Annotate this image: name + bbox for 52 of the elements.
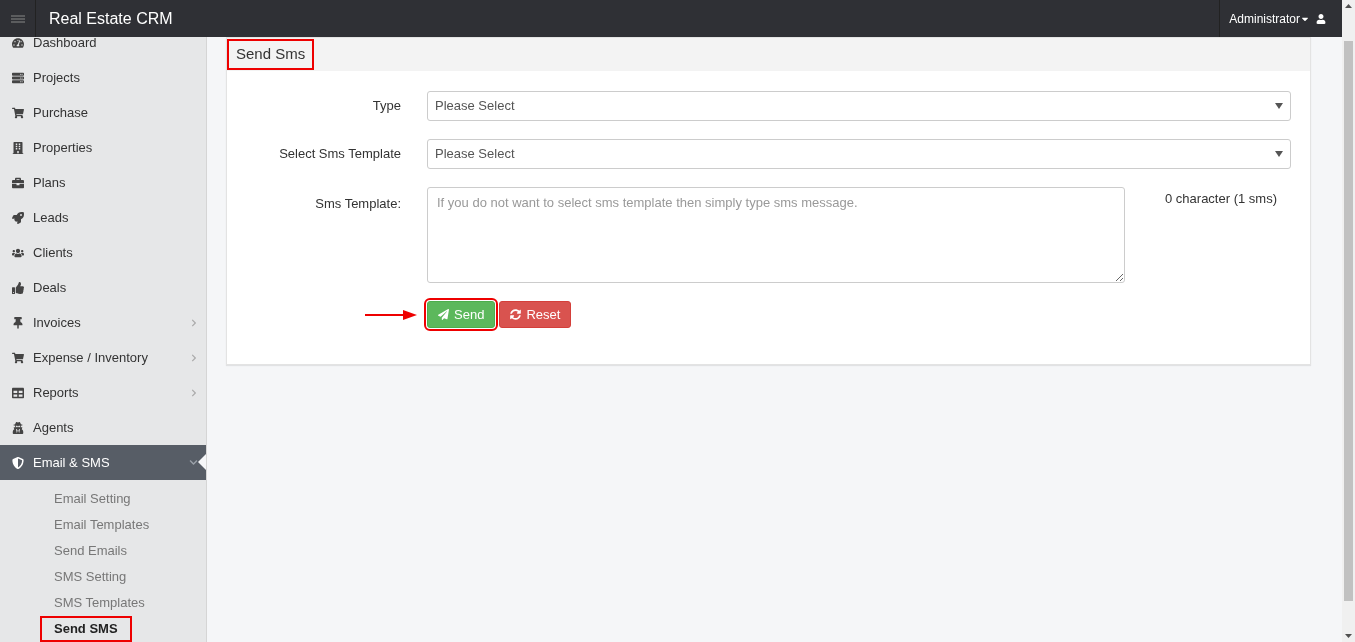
sidebar-item[interactable]: Reports: [0, 375, 206, 410]
user-icon: [1316, 13, 1326, 24]
reset-button[interactable]: Reset: [499, 301, 572, 328]
field-label: Type: [372, 98, 401, 114]
select-field[interactable]: Please Select: [427, 139, 1291, 169]
caret-icon: [1275, 151, 1283, 157]
message-textarea[interactable]: If you do not want to select sms template then simply type sms message.: [427, 187, 1125, 283]
select-field[interactable]: Please Select: [427, 91, 1291, 121]
cart-icon: [12, 106, 24, 119]
sidebar-item[interactable]: Expense / Inventory: [0, 340, 206, 375]
sidebar-item[interactable]: Purchase: [0, 95, 206, 130]
thumbs-up-icon: [12, 281, 24, 294]
refresh-icon: [510, 309, 522, 320]
sidebar-item[interactable]: Invoices: [0, 305, 206, 340]
agent-icon: [12, 421, 24, 434]
shield-icon: [12, 456, 24, 469]
scroll-down-icon[interactable]: [1345, 634, 1352, 638]
field-label: Select Sms Template: [279, 146, 401, 162]
paper-plane-icon: [438, 309, 449, 320]
sidebar-item[interactable]: Deals: [0, 270, 206, 305]
table-icon: [12, 386, 24, 399]
brand-title: Real Estate CRM: [49, 8, 173, 29]
field-label: Sms Template:: [315, 196, 401, 211]
sidebar-item[interactable]: Leads: [0, 200, 206, 235]
rocket-icon: [12, 211, 24, 224]
character-counter: 0 character (1 sms): [1165, 190, 1277, 208]
submenu-link[interactable]: Email Setting: [42, 488, 143, 510]
sidebar-item[interactable]: Dashboard: [0, 37, 206, 60]
submenu-link[interactable]: Send Emails: [42, 540, 139, 562]
server-icon: [12, 71, 24, 84]
submenu-link[interactable]: SMS Templates: [42, 592, 157, 614]
panel-title: Send Sms: [229, 41, 313, 68]
sidebar-item[interactable]: Agents: [0, 410, 206, 445]
cart-icon: [12, 351, 24, 364]
active-pointer-icon: [198, 454, 206, 470]
users-icon: [12, 246, 24, 259]
sidebar-item[interactable]: Clients: [0, 235, 206, 270]
caret-icon: [1275, 103, 1283, 109]
building-icon: [12, 141, 24, 154]
sidebar-item[interactable]: Plans: [0, 165, 206, 200]
briefcase-icon: [12, 176, 24, 189]
dashboard-gauge-icon: [12, 37, 24, 49]
sidebar-item[interactable]: Projects: [0, 60, 206, 95]
scrollbar-thumb[interactable]: [1344, 41, 1353, 601]
sidebar-item[interactable]: Email & SMS: [0, 445, 206, 480]
pin-icon: [12, 316, 24, 329]
sidebar-item[interactable]: Properties: [0, 130, 206, 165]
submenu-link[interactable]: Email Templates: [42, 514, 162, 536]
scroll-up-icon[interactable]: [1345, 4, 1352, 8]
submenu-link[interactable]: Send SMS: [42, 618, 130, 640]
submenu-link[interactable]: SMS Setting: [42, 566, 139, 588]
user-menu-button[interactable]: Administrator: [1229, 9, 1310, 28]
